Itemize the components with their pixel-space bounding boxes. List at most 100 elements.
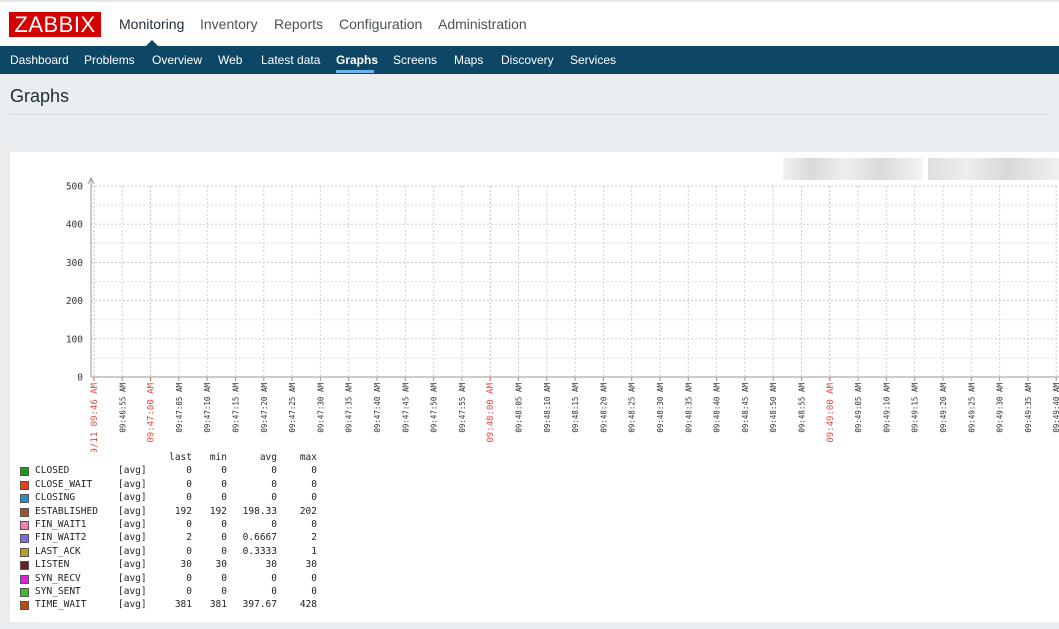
sub-nav-discovery[interactable]: Discovery xyxy=(501,53,554,67)
legend-value-last: 0 xyxy=(186,572,192,584)
sub-nav-overview[interactable]: Overview xyxy=(152,53,202,67)
legend-value-avg: 0 xyxy=(271,585,277,597)
legend-row: SYN_SENT [avg] 0 0 0 0 xyxy=(20,586,420,599)
graph-canvas[interactable]: 0 100 200 300 400 500 09/11 09:46 AM 09:46:55 … xyxy=(10,152,1059,452)
legend-value-avg: 0 xyxy=(271,478,277,490)
y-tick-label: 400 xyxy=(66,220,83,231)
sub-nav-services[interactable]: Services xyxy=(570,53,616,67)
legend-value-last: 2 xyxy=(186,532,192,544)
x-tick-label: 09:48:35 AM xyxy=(684,383,693,433)
x-tick-label: 09:47:20 AM xyxy=(260,383,269,433)
legend-value-min: 0 xyxy=(221,465,227,477)
legend-series-name: CLOSED xyxy=(35,465,70,477)
legend-value-min: 381 xyxy=(209,599,227,611)
legend-series-name: FIN_WAIT2 xyxy=(35,532,87,544)
y-tick-label: 200 xyxy=(66,296,83,307)
x-tick-label: 09:48:20 AM xyxy=(599,383,608,433)
y-tick-label: 100 xyxy=(66,334,83,345)
legend-row: CLOSE_WAIT [avg] 0 0 0 0 xyxy=(20,479,420,492)
active-tab-underline xyxy=(336,70,374,73)
legend-value-last: 0 xyxy=(186,465,192,477)
sub-nav: Dashboard Problems Overview Web Latest d… xyxy=(0,46,1059,74)
legend-header-last: last xyxy=(169,452,192,463)
legend-series-function: [avg] xyxy=(118,478,147,490)
legend-value-min: 0 xyxy=(221,585,227,597)
legend-swatch xyxy=(20,494,29,504)
sub-nav-graphs[interactable]: Graphs xyxy=(336,53,378,67)
legend-row: FIN_WAIT2 [avg] 2 0 0.6667 2 xyxy=(20,532,420,545)
main-nav-inventory[interactable]: Inventory xyxy=(200,16,258,32)
legend-swatch xyxy=(20,574,29,584)
legend-header-min: min xyxy=(209,452,227,463)
legend-series-name: ESTABLISHED xyxy=(35,505,98,517)
x-tick-label-major: 09:49:00 AM xyxy=(826,382,836,442)
x-tick-label: 09:46:55 AM xyxy=(118,383,127,433)
x-tick-label: 09:49:20 AM xyxy=(939,383,948,433)
legend-series-name: CLOSING xyxy=(35,492,76,504)
legend-value-min: 0 xyxy=(221,572,227,584)
x-tick-label-major: 09/11 09:46 AM xyxy=(90,382,100,452)
legend-value-min: 30 xyxy=(215,559,227,571)
x-tick-label: 09:47:40 AM xyxy=(373,383,382,433)
x-tick-label: 09:47:15 AM xyxy=(232,383,241,433)
main-nav-monitoring[interactable]: Monitoring xyxy=(119,16,184,32)
sub-nav-problems[interactable]: Problems xyxy=(84,53,135,67)
legend-row: CLOSED [avg] 0 0 0 0 xyxy=(20,465,420,478)
legend-value-avg: 0 xyxy=(271,518,277,530)
x-tick-label: 09:49:35 AM xyxy=(1024,383,1033,433)
legend-series-name: LISTEN xyxy=(35,559,70,571)
legend-series-function: [avg] xyxy=(118,532,147,544)
legend-value-min: 0 xyxy=(221,492,227,504)
x-tick-label: 09:48:45 AM xyxy=(741,383,750,433)
sub-nav-maps[interactable]: Maps xyxy=(454,53,483,67)
legend-series-function: [avg] xyxy=(118,585,147,597)
x-tick-label: 09:47:50 AM xyxy=(430,383,439,433)
legend-value-last: 0 xyxy=(186,478,192,490)
legend-series-function: [avg] xyxy=(118,505,147,517)
sub-nav-web[interactable]: Web xyxy=(218,53,242,67)
main-nav-reports[interactable]: Reports xyxy=(274,16,323,32)
x-tick-label: 09:47:55 AM xyxy=(458,383,467,433)
legend-series-function: [avg] xyxy=(118,465,147,477)
sub-nav-screens[interactable]: Screens xyxy=(393,53,437,67)
legend-value-max: 2 xyxy=(311,532,317,544)
x-tick-label: 09:48:10 AM xyxy=(543,383,552,433)
legend-row: SYN_RECV [avg] 0 0 0 0 xyxy=(20,573,420,586)
y-tick-label: 300 xyxy=(66,258,83,269)
legend-swatch xyxy=(20,520,29,530)
x-tick-label: 09:49:40 AM xyxy=(1052,383,1059,433)
legend-series-function: [avg] xyxy=(118,545,147,557)
main-nav-administration[interactable]: Administration xyxy=(438,16,527,32)
sub-nav-dashboard[interactable]: Dashboard xyxy=(10,53,69,67)
legend-series-name: CLOSE_WAIT xyxy=(35,478,93,490)
sub-nav-latest-data[interactable]: Latest data xyxy=(261,53,320,67)
legend-value-avg: 0 xyxy=(271,492,277,504)
legend-row: CLOSING [avg] 0 0 0 0 xyxy=(20,492,420,505)
legend-series-name: SYN_RECV xyxy=(35,572,81,584)
graph-panel: 0 100 200 300 400 500 09/11 09:46 AM 09:46:55 … xyxy=(10,152,1059,622)
zabbix-logo[interactable]: ZABBIX xyxy=(9,12,101,37)
legend-value-max: 0 xyxy=(311,572,317,584)
x-tick-labels: 09/11 09:46 AM 09:46:55 AM 09:47:00 AM 09:4… xyxy=(90,382,1059,452)
legend-value-min: 0 xyxy=(221,518,227,530)
legend-value-avg: 0 xyxy=(271,572,277,584)
legend-value-max: 1 xyxy=(311,545,317,557)
x-tick-label: 09:47:30 AM xyxy=(316,383,325,433)
legend-series-function: [avg] xyxy=(118,492,147,504)
legend-series-function: [avg] xyxy=(118,599,147,611)
axis-layer xyxy=(87,176,1059,381)
legend-swatch xyxy=(20,480,29,490)
legend-series-function: [avg] xyxy=(118,559,147,571)
legend-value-min: 0 xyxy=(221,532,227,544)
legend-value-last: 0 xyxy=(186,518,192,530)
legend-swatch xyxy=(20,507,29,517)
legend-series-name: TIME_WAIT xyxy=(35,599,87,611)
main-nav-configuration[interactable]: Configuration xyxy=(339,16,422,32)
legend-value-avg: 0 xyxy=(271,465,277,477)
graph-legend: last min avg max CLOSED [avg] 0 0 0 0 CLOSE_WA… xyxy=(20,452,420,613)
legend-value-max: 0 xyxy=(311,518,317,530)
legend-header-avg: avg xyxy=(259,452,277,463)
legend-value-max: 0 xyxy=(311,478,317,490)
x-tick-label: 09:47:35 AM xyxy=(345,383,354,433)
legend-row: ESTABLISHED [avg] 192 192 198.33 202 xyxy=(20,506,420,519)
